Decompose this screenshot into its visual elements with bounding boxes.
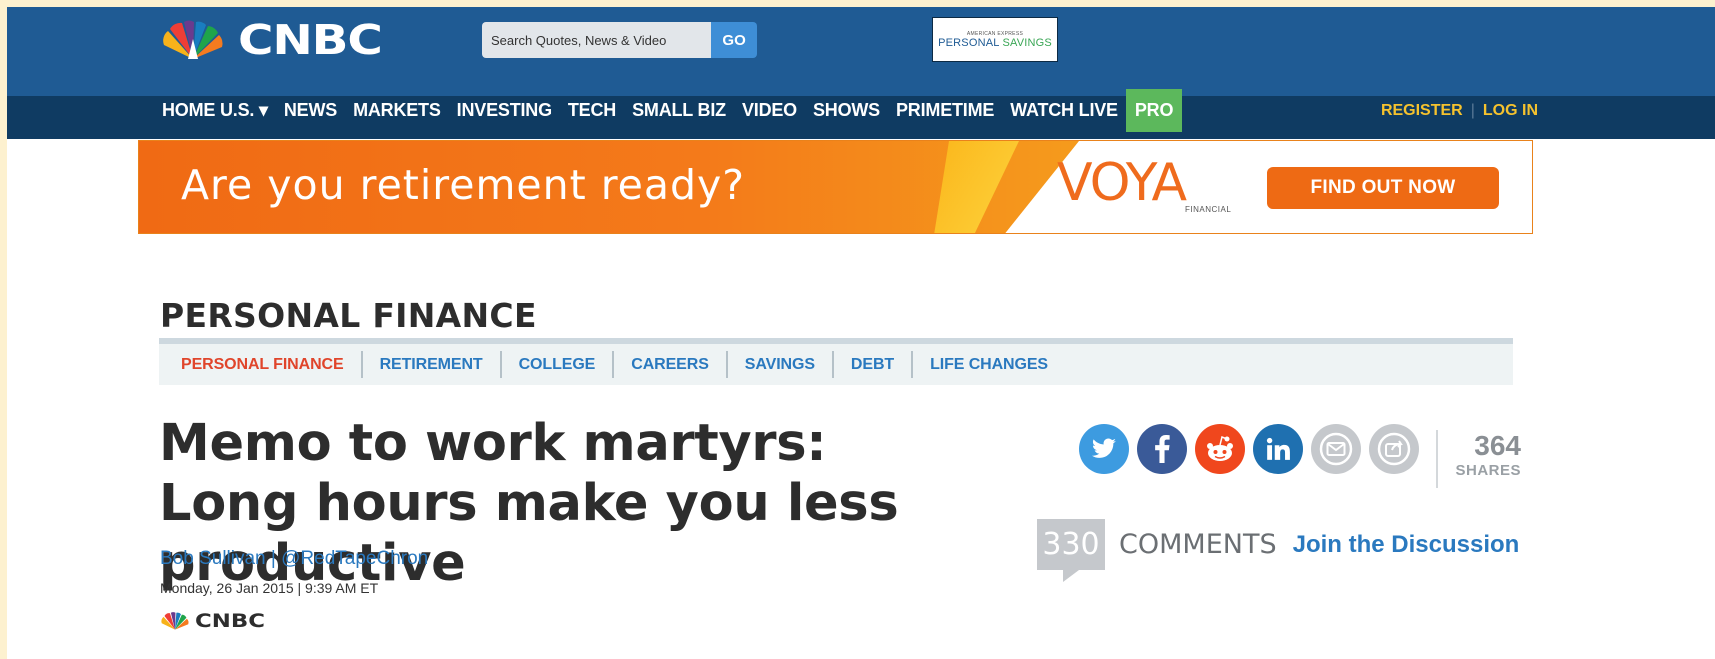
nav-item-video[interactable]: VIDEO: [734, 89, 805, 132]
sponsor-word-2: SAVINGS: [1002, 36, 1052, 49]
account-links: REGISTER | LOG IN: [1381, 89, 1538, 132]
byline: Bob Sullivan | @RedTapeChron: [160, 548, 428, 570]
find-out-now-button[interactable]: FIND OUT NOW: [1267, 167, 1499, 209]
share-count: 364 SHARES: [1436, 430, 1521, 488]
peacock-small-icon: [161, 612, 189, 630]
twitter-handle-link[interactable]: @RedTapeChron: [281, 548, 428, 569]
source-wordmark: CNBC: [195, 610, 265, 632]
reddit-icon[interactable]: [1195, 424, 1245, 474]
search-go-button[interactable]: GO: [711, 22, 757, 58]
nav-item-home[interactable]: HOME U.S. ▾: [154, 89, 276, 132]
nav-item-news[interactable]: NEWS: [276, 89, 345, 132]
nav-item-watch-live[interactable]: WATCH LIVE: [1002, 89, 1126, 132]
nav-item-pro[interactable]: PRO: [1125, 89, 1183, 132]
publish-date: Monday, 26 Jan 2015 | 9:39 AM ET: [160, 580, 379, 596]
subnav-item-college[interactable]: COLLEGE: [499, 351, 613, 378]
share-icon[interactable]: [1369, 424, 1419, 474]
subnav-item-retirement[interactable]: RETIREMENT: [360, 351, 500, 378]
search-input[interactable]: [482, 22, 712, 58]
subnav-item-debt[interactable]: DEBT: [831, 351, 911, 378]
subnav-item-careers[interactable]: CAREERS: [612, 351, 726, 378]
nav-item-primetime[interactable]: PRIMETIME: [888, 89, 1002, 132]
source-logo: CNBC: [159, 610, 265, 632]
section-subnav: PERSONAL FINANCE RETIREMENT COLLEGE CARE…: [159, 338, 1513, 385]
ad-headline: Are you retirement ready?: [181, 161, 746, 209]
subnav-item-life-changes[interactable]: LIFE CHANGES: [911, 351, 1065, 378]
comment-count-bubble[interactable]: 330: [1037, 519, 1105, 582]
share-count-number: 364: [1474, 430, 1521, 461]
register-link[interactable]: REGISTER: [1381, 102, 1463, 120]
byline-separator: |: [270, 548, 276, 569]
comment-count: 330: [1042, 527, 1100, 562]
share-buttons: [1079, 424, 1419, 474]
cnbc-logo[interactable]: CNBC: [158, 16, 383, 64]
nav-item-markets[interactable]: MARKETS: [345, 89, 449, 132]
section-title: PERSONAL FINANCE: [160, 296, 537, 335]
sponsor-ad[interactable]: AMERICAN EXPRESS PERSONAL SAVINGS: [932, 17, 1058, 62]
sponsor-word-1: PERSONAL: [938, 36, 1000, 49]
ad-banner[interactable]: Are you retirement ready? VOYA FINANCIAL…: [138, 140, 1533, 234]
account-divider: |: [1470, 101, 1475, 119]
search-form: GO: [482, 22, 757, 58]
voya-logo-sub: FINANCIAL: [1185, 205, 1232, 214]
linkedin-icon[interactable]: [1253, 424, 1303, 474]
login-link[interactable]: LOG IN: [1483, 102, 1538, 120]
main-nav: HOME U.S. ▾ NEWS MARKETS INVESTING TECH …: [154, 89, 1183, 132]
comments-label: COMMENTS: [1119, 529, 1277, 560]
peacock-icon: [163, 20, 223, 60]
nav-item-investing[interactable]: INVESTING: [449, 89, 560, 132]
sponsor-title: PERSONAL SAVINGS: [938, 37, 1052, 49]
share-count-label: SHARES: [1455, 462, 1521, 479]
nav-item-small-biz[interactable]: SMALL BIZ: [624, 89, 734, 132]
voya-logo: VOYA: [1057, 153, 1187, 213]
subnav-item-personal-finance[interactable]: PERSONAL FINANCE: [159, 351, 361, 378]
nav-item-tech[interactable]: TECH: [560, 89, 624, 132]
email-icon[interactable]: [1311, 424, 1361, 474]
join-discussion-link[interactable]: Join the Discussion: [1293, 531, 1520, 559]
brand-wordmark: CNBC: [238, 16, 383, 64]
twitter-icon[interactable]: [1079, 424, 1129, 474]
nav-item-shows[interactable]: SHOWS: [805, 89, 888, 132]
facebook-icon[interactable]: [1137, 424, 1187, 474]
author-link[interactable]: Bob Sullivan: [160, 548, 266, 569]
subnav-item-savings[interactable]: SAVINGS: [725, 351, 832, 378]
bubble-tail: [1063, 570, 1079, 582]
comments-bar: 330 COMMENTS Join the Discussion: [1037, 519, 1520, 582]
